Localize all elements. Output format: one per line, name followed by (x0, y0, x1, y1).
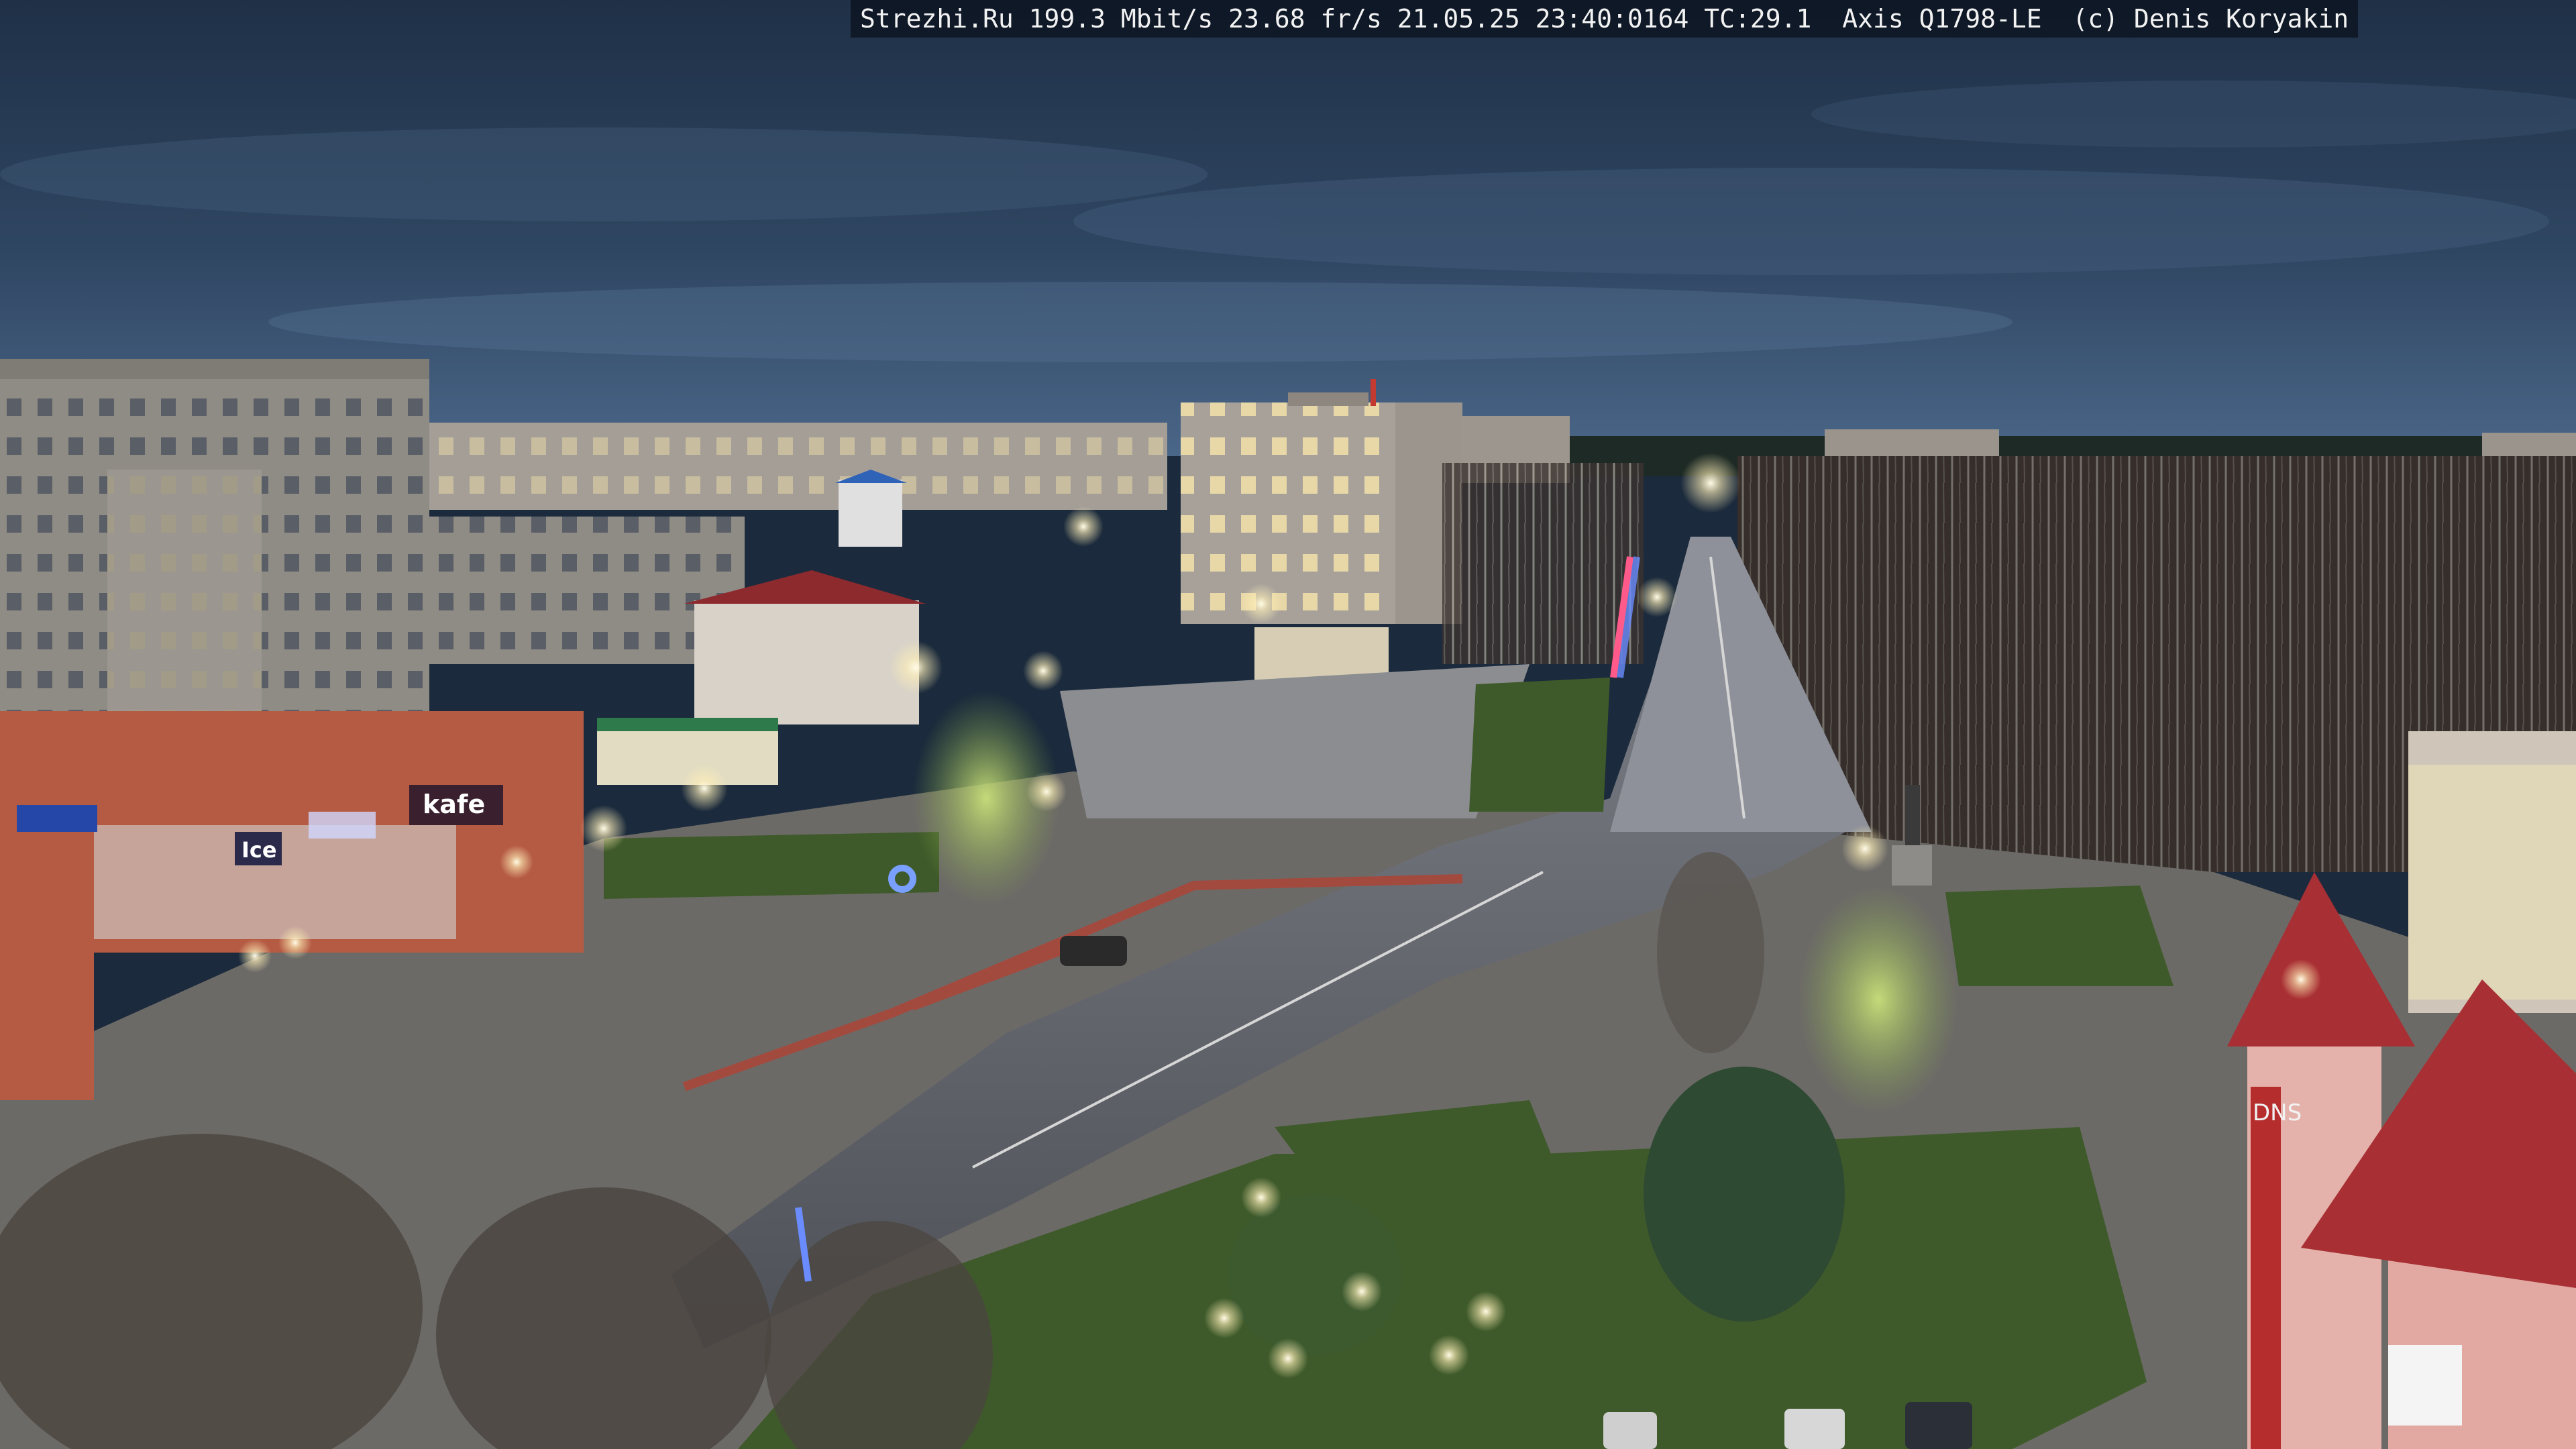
dns-sign: DNS (2253, 1099, 2302, 1126)
webcam-scene: DNS kafe Ice (0, 0, 2576, 1449)
lit-square (1060, 664, 1529, 818)
cafe-sign: kafe (423, 790, 485, 819)
center-trees (1442, 463, 1644, 664)
central-tall-building (1181, 379, 1462, 624)
ice-sign: Ice (241, 837, 277, 863)
pavilion (1254, 627, 1389, 681)
camera-status-overlay: Strezhi.Ru 199.3 Mbit/s 23.68 fr/s 21.05… (851, 0, 2359, 38)
